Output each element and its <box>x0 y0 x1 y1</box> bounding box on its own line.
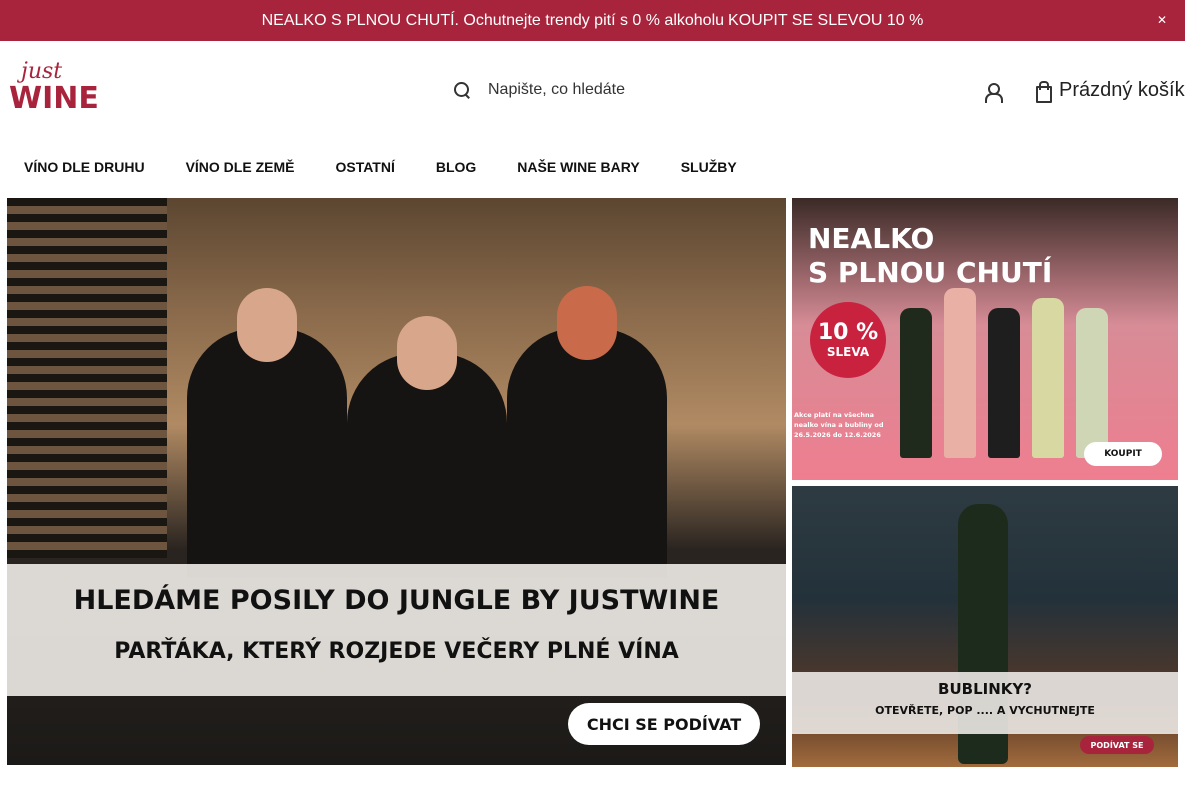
nav-item-services[interactable]: SLUŽBY <box>681 159 737 175</box>
promo-banner-nonalcoholic[interactable]: NEALKO S PLNOU CHUTÍ 10 % SLEVA Akce pla… <box>792 198 1178 480</box>
discount-badge-label: SLEVA <box>826 345 870 359</box>
cart-icon <box>1035 81 1052 103</box>
main-nav: VÍNO DLE DRUHU VÍNO DLE ZEMĚ OSTATNÍ BLO… <box>0 137 1185 197</box>
close-icon[interactable]: ✕ <box>1157 13 1167 27</box>
bubbles-title: BUBLINKY? <box>938 680 1032 698</box>
nav-item-wine-by-country[interactable]: VÍNO DLE ZEMĚ <box>186 159 295 175</box>
cart-button[interactable]: Prázdný košík <box>1035 75 1185 105</box>
bottle-image <box>1032 298 1064 458</box>
search-input[interactable] <box>488 81 848 99</box>
promo-title-line2: S PLNOU CHUTÍ <box>808 256 1053 289</box>
promo-buy-button[interactable]: KOUPIT <box>1084 442 1162 466</box>
hero-photo-people <box>187 278 667 578</box>
announcement-promo[interactable]: NEALKO S PLNOU CHUTÍ. Ochutnejte trendy … <box>262 12 924 30</box>
promo-title: NEALKO S PLNOU CHUTÍ <box>808 222 1052 290</box>
hero-cta-button[interactable]: CHCI SE PODÍVAT <box>568 703 760 745</box>
cart-label: Prázdný košík <box>1059 78 1185 101</box>
hero-subheadline: PARŤÁKA, KTERÝ ROZJEDE VEČERY PLNÉ VÍNA <box>114 639 679 664</box>
bottle-image <box>1076 308 1108 458</box>
bottle-image <box>944 288 976 458</box>
discount-badge-percent: 10 % <box>817 320 879 345</box>
hero-banner-jobs[interactable]: HLEDÁME POSILY DO JUNGLE BY JUSTWINE PAR… <box>7 198 786 765</box>
search-icon[interactable] <box>452 80 472 100</box>
bubbles-view-button[interactable]: PODÍVAT SE <box>1080 736 1154 754</box>
promo-title-line1: NEALKO <box>808 222 935 255</box>
hero-background-slats <box>7 198 167 558</box>
site-logo[interactable]: just WINE <box>9 59 99 116</box>
announcement-cta-link[interactable]: KOUPIT SE SLEVOU 10 % <box>728 12 923 30</box>
hero-headline: HLEDÁME POSILY DO JUNGLE BY JUSTWINE <box>73 585 720 616</box>
promo-fineprint: Akce platí na všechna nealko vína a bubl… <box>794 411 884 439</box>
discount-badge: 10 % SLEVA <box>810 302 886 378</box>
nav-item-wine-by-type[interactable]: VÍNO DLE DRUHU <box>24 159 145 175</box>
logo-bottom-text: WINE <box>9 81 99 116</box>
nav-item-blog[interactable]: BLOG <box>436 159 476 175</box>
nav-item-wine-bars[interactable]: NAŠE WINE BARY <box>517 159 639 175</box>
site-header: just WINE Prázdný košík <box>0 41 1185 137</box>
bubbles-subtitle: OTEVŘETE, POP .... A VYCHUTNEJTE <box>875 704 1095 717</box>
announcement-bar: NEALKO S PLNOU CHUTÍ. Ochutnejte trendy … <box>0 0 1185 41</box>
search-bar[interactable] <box>452 75 872 105</box>
bottle-image <box>900 308 932 458</box>
announcement-text: NEALKO S PLNOU CHUTÍ. Ochutnejte trendy … <box>261 11 725 29</box>
promo-banner-bubbles[interactable]: BUBLINKY? OTEVŘETE, POP .... A VYCHUTNEJ… <box>792 486 1178 767</box>
nav-item-other[interactable]: OSTATNÍ <box>335 159 394 175</box>
bottle-image <box>988 308 1020 458</box>
hero-text-band <box>7 564 786 696</box>
user-icon[interactable] <box>984 83 1003 103</box>
